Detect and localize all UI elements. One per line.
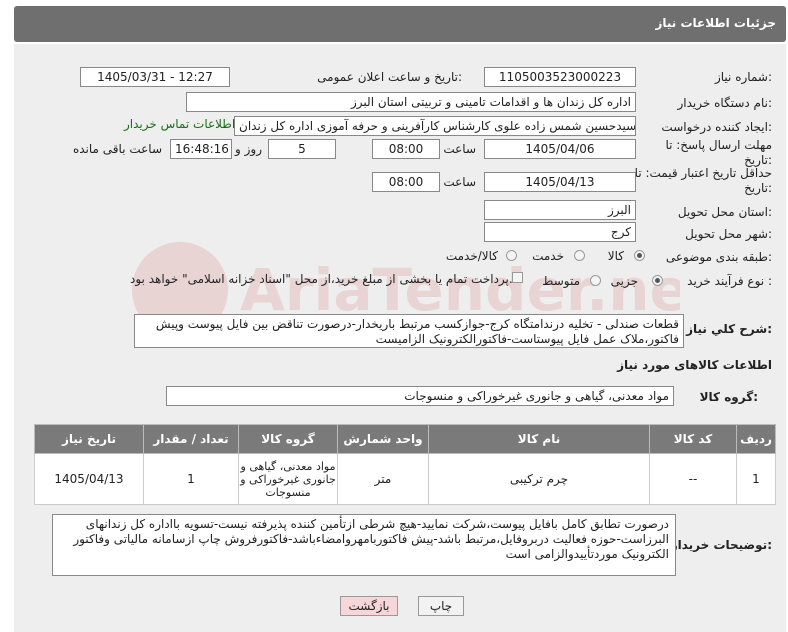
creator-field: سیدحسین شمس زاده علوی کارشناس کارآفرینی … (234, 116, 636, 136)
page-header: جزئیات اطلاعات نیاز (14, 6, 786, 42)
buyer-org-field: اداره کل زندان ها و اقدامات تامینی و ترب… (186, 92, 636, 112)
validity-label: حداقل تاریخ اعتبار قیمت: تا تاریخ: (634, 166, 772, 195)
days-field: 5 (268, 139, 336, 159)
validity-date-field: 1405/04/13 (484, 172, 636, 192)
send-time-label: ساعت (443, 142, 476, 156)
cell-row: 1 (736, 453, 776, 505)
days-label: روز و (235, 142, 262, 156)
cell-group: مواد معدنی، گیاهی و جانوری غیرخوراکی و م… (238, 453, 338, 505)
treasury-payment-checkbox[interactable] (512, 272, 523, 283)
province-field: البرز (484, 200, 636, 220)
goods-table: ردیف کد کالا نام کالا واحد شمارش گروه کا… (34, 424, 776, 505)
city-field: کرج (484, 222, 636, 242)
cell-unit: متر (337, 453, 429, 505)
remaining-time-field: 16:48:16 (170, 139, 232, 159)
city-label: شهر محل تحویل: (685, 227, 772, 241)
goods-section-title: اطلاعات کالاهای مورد نیاز (617, 358, 772, 372)
send-date-field: 1405/04/06 (484, 139, 636, 159)
col-code: کد کالا (649, 424, 737, 454)
col-row: ردیف (736, 424, 776, 454)
creator-label: ایجاد کننده درخواست: (661, 120, 772, 134)
cell-qty: 1 (143, 453, 239, 505)
cell-date: 1405/04/13 (34, 453, 144, 505)
col-qty: تعداد / مقدار (143, 424, 239, 454)
summary-label: شرح کلي نياز: (686, 322, 772, 336)
buyer-org-label: نام دستگاه خریدار: (677, 96, 773, 110)
print-button[interactable]: چاپ (418, 596, 464, 616)
validity-time-field: 08:00 (372, 172, 440, 192)
validity-time-label: ساعت (443, 175, 476, 189)
category-service-label: خدمت (532, 249, 564, 263)
category-label: طبقه بندی موضوعی: (665, 250, 772, 264)
goods-table-header: ردیف کد کالا نام کالا واحد شمارش گروه کا… (34, 424, 776, 454)
process-medium-label: متوسط (542, 274, 580, 288)
summary-textarea[interactable]: قطعات صندلی - تخلیه درندامتگاه کرج-جوازک… (134, 314, 684, 348)
remaining-time-label: ساعت باقی مانده (72, 142, 162, 156)
category-both-radio[interactable] (506, 250, 517, 261)
category-goods-radio[interactable] (634, 250, 645, 261)
send-deadline-label: مهلت ارسال پاسخ: تا تاریخ: (665, 138, 772, 167)
process-minor-radio[interactable] (652, 275, 663, 286)
col-unit: واحد شمارش (337, 424, 429, 454)
cell-code: -- (649, 453, 737, 505)
back-button[interactable]: بازگشت (340, 596, 398, 616)
process-medium-radio[interactable] (590, 275, 601, 286)
page-title: جزئیات اطلاعات نیاز (655, 16, 776, 30)
col-name: نام کالا (428, 424, 650, 454)
category-goods-label: کالا (607, 249, 624, 263)
table-row: 1 -- چرم ترکیبی متر مواد معدنی، گیاهی و … (34, 453, 776, 505)
announce-label: تاریخ و ساعت اعلان عمومی: (317, 70, 462, 84)
goods-group-label: گروه کالا: (699, 390, 758, 404)
send-time-field: 08:00 (372, 139, 440, 159)
col-group: گروه کالا (238, 424, 338, 454)
buyer-notes-textarea[interactable]: درصورت تطابق کامل بافایل پیوست،شرکت نمای… (52, 514, 676, 576)
announce-datetime-field: 1405/03/31 - 12:27 (80, 67, 230, 87)
province-label: استان محل تحویل: (677, 205, 772, 219)
col-date: تاریخ نیاز (34, 424, 144, 454)
buyer-contact-link[interactable]: اطلاعات تماس خریدار (124, 117, 235, 131)
category-service-radio[interactable] (574, 250, 585, 261)
goods-group-field: مواد معدنی، گیاهی و جانوری غیرخوراکی و م… (166, 386, 674, 406)
cell-name: چرم ترکیبی (428, 453, 650, 505)
buyer-notes-label: توضیحات خریدار: (670, 538, 772, 552)
need-number-field: 1105003523000223 (484, 67, 636, 87)
process-minor-label: جزیی (610, 274, 638, 288)
category-both-label: کالا/خدمت (445, 249, 498, 263)
need-number-label: شماره نیاز: (714, 70, 772, 84)
process-label: نوع فرآیند خرید : (687, 274, 772, 288)
treasury-payment-note: پرداخت تمام یا بخشی از مبلغ خرید،از محل … (130, 272, 513, 286)
